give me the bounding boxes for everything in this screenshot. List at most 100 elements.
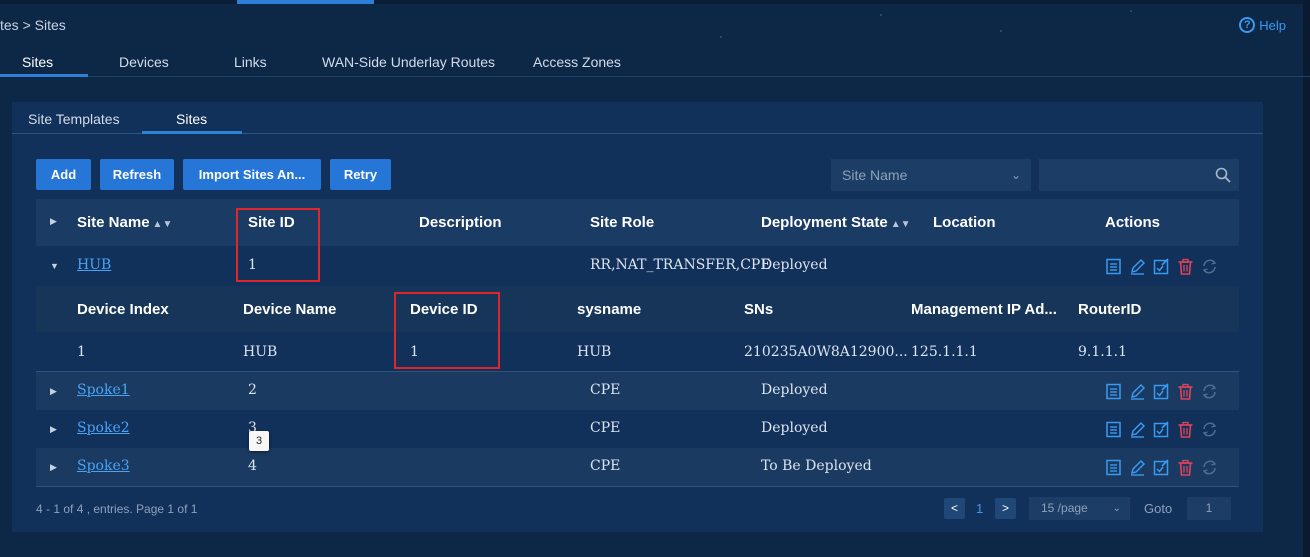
details-icon[interactable] xyxy=(1105,258,1122,275)
header-sysname: sysname xyxy=(577,301,642,318)
details-icon[interactable] xyxy=(1105,383,1122,400)
deployment-state: Deployed xyxy=(761,257,828,273)
site-role: CPE xyxy=(590,420,621,436)
header-device-index: Device Index xyxy=(77,301,169,318)
table-bottom-border xyxy=(36,486,1239,487)
bg-dot xyxy=(720,36,722,38)
header-site-role: Site Role xyxy=(590,214,655,231)
header-deployment-state-label: Deployment State xyxy=(761,214,888,231)
configure-icon[interactable] xyxy=(1153,421,1170,438)
page-size-value: 15 /page xyxy=(1041,501,1088,515)
bg-dot xyxy=(1130,10,1132,12)
configure-icon[interactable] xyxy=(1153,258,1170,275)
top-tab-bar: Sites Devices Links WAN-Side Underlay Ro… xyxy=(0,44,1310,77)
help-label: Help xyxy=(1259,17,1286,33)
device-sysname: HUB xyxy=(577,344,612,360)
top-nav-active-indicator xyxy=(237,0,374,4)
device-index: 1 xyxy=(77,344,86,360)
configure-icon[interactable] xyxy=(1153,459,1170,476)
tab-devices[interactable]: Devices xyxy=(119,54,169,70)
row-actions xyxy=(1105,459,1218,476)
tab-access-zones[interactable]: Access Zones xyxy=(533,54,621,70)
tab-wan-side-underlay-routes[interactable]: WAN-Side Underlay Routes xyxy=(322,54,495,70)
bg-dot xyxy=(1000,30,1002,32)
site-name-link[interactable]: Spoke1 xyxy=(77,382,130,398)
goto-input[interactable]: 1 xyxy=(1187,497,1231,520)
page-size-select[interactable]: 15 /page ⌄ xyxy=(1029,497,1130,520)
edit-icon[interactable] xyxy=(1129,383,1146,400)
header-management-ip: Management IP Ad... xyxy=(911,301,1057,318)
sites-table-header: ▶ Site Name ▲▼ Site ID Description Site R… xyxy=(36,199,1239,246)
edit-icon[interactable] xyxy=(1129,421,1146,438)
tab-site-templates[interactable]: Site Templates xyxy=(28,111,120,127)
tab-sites[interactable]: Sites xyxy=(22,54,53,70)
sync-icon[interactable] xyxy=(1201,421,1218,438)
collapse-caret-icon[interactable]: ▼ xyxy=(50,261,59,271)
header-sns: SNs xyxy=(744,301,774,318)
delete-icon[interactable] xyxy=(1177,258,1194,275)
site-name-link[interactable]: Spoke3 xyxy=(77,458,130,474)
tab-links[interactable]: Links xyxy=(234,54,267,70)
sync-icon[interactable] xyxy=(1201,258,1218,275)
delete-icon[interactable] xyxy=(1177,459,1194,476)
search-field-select[interactable]: Site Name ⌄ xyxy=(831,159,1031,191)
site-role: RR,NAT_TRANSFER,CPE xyxy=(590,257,771,273)
search-icon[interactable] xyxy=(1215,167,1231,183)
import-sites-button[interactable]: Import Sites An... xyxy=(183,159,321,190)
expand-all-caret-icon[interactable]: ▶ xyxy=(50,216,57,227)
chevron-down-icon: ⌄ xyxy=(1112,503,1121,514)
header-deployment-state[interactable]: Deployment State ▲▼ xyxy=(761,214,911,231)
header-description: Description xyxy=(419,214,502,231)
expand-caret-icon[interactable]: ▶ xyxy=(50,386,57,397)
top-nav-strip xyxy=(0,0,1310,4)
edit-icon[interactable] xyxy=(1129,258,1146,275)
header-device-name: Device Name xyxy=(243,301,337,318)
breadcrumb: tes > Sites xyxy=(0,17,66,33)
deployment-state: To Be Deployed xyxy=(761,458,872,474)
details-icon[interactable] xyxy=(1105,459,1122,476)
table-row[interactable]: ▼ HUB 1 RR,NAT_TRANSFER,CPE Deployed xyxy=(36,246,1239,286)
expand-caret-icon[interactable]: ▶ xyxy=(50,462,57,473)
delete-icon[interactable] xyxy=(1177,383,1194,400)
tab-sites-sub[interactable]: Sites xyxy=(176,111,207,127)
help-link[interactable]: ? Help xyxy=(1239,17,1286,33)
device-name: HUB xyxy=(243,344,278,360)
deployment-state: Deployed xyxy=(761,420,828,436)
sub-tab-active-underline xyxy=(142,131,242,134)
edit-icon[interactable] xyxy=(1129,459,1146,476)
sort-icon[interactable]: ▲▼ xyxy=(153,219,173,230)
header-location: Location xyxy=(933,214,996,231)
header-router-id: RouterID xyxy=(1078,301,1142,318)
next-page-button[interactable]: > xyxy=(995,498,1016,519)
table-row[interactable]: ▶ Spoke1 2 CPE Deployed xyxy=(36,372,1239,410)
tooltip: 3 xyxy=(249,431,269,451)
deployment-state: Deployed xyxy=(761,382,828,398)
prev-page-button[interactable]: < xyxy=(944,498,965,519)
site-id: 4 xyxy=(248,458,257,474)
site-name-link[interactable]: HUB xyxy=(77,257,111,273)
page-number[interactable]: 1 xyxy=(976,501,983,516)
device-table-header: Device Index Device Name Device ID sysna… xyxy=(36,286,1239,332)
highlight-box-device-id xyxy=(394,292,500,369)
configure-icon[interactable] xyxy=(1153,383,1170,400)
sync-icon[interactable] xyxy=(1201,383,1218,400)
table-row[interactable]: ▶ Spoke3 4 CPE To Be Deployed xyxy=(36,448,1239,486)
refresh-button[interactable]: Refresh xyxy=(100,159,174,190)
delete-icon[interactable] xyxy=(1177,421,1194,438)
site-role: CPE xyxy=(590,458,621,474)
site-name-link[interactable]: Spoke2 xyxy=(77,420,130,436)
retry-button[interactable]: Retry xyxy=(330,159,391,190)
sync-icon[interactable] xyxy=(1201,459,1218,476)
header-site-name[interactable]: Site Name ▲▼ xyxy=(77,214,172,231)
table-row[interactable]: ▶ Spoke2 3 CPE Deployed xyxy=(36,410,1239,448)
site-role: CPE xyxy=(590,382,621,398)
sort-icon[interactable]: ▲▼ xyxy=(891,219,911,230)
search-input[interactable] xyxy=(1039,159,1239,191)
help-icon: ? xyxy=(1239,17,1256,33)
add-button[interactable]: Add xyxy=(36,159,91,190)
highlight-box-site-id xyxy=(236,208,320,282)
details-icon[interactable] xyxy=(1105,421,1122,438)
sub-tab-bar: Site Templates Sites xyxy=(12,102,1263,134)
expand-caret-icon[interactable]: ▶ xyxy=(50,424,57,435)
device-management-ip: 125.1.1.1 xyxy=(911,344,978,360)
